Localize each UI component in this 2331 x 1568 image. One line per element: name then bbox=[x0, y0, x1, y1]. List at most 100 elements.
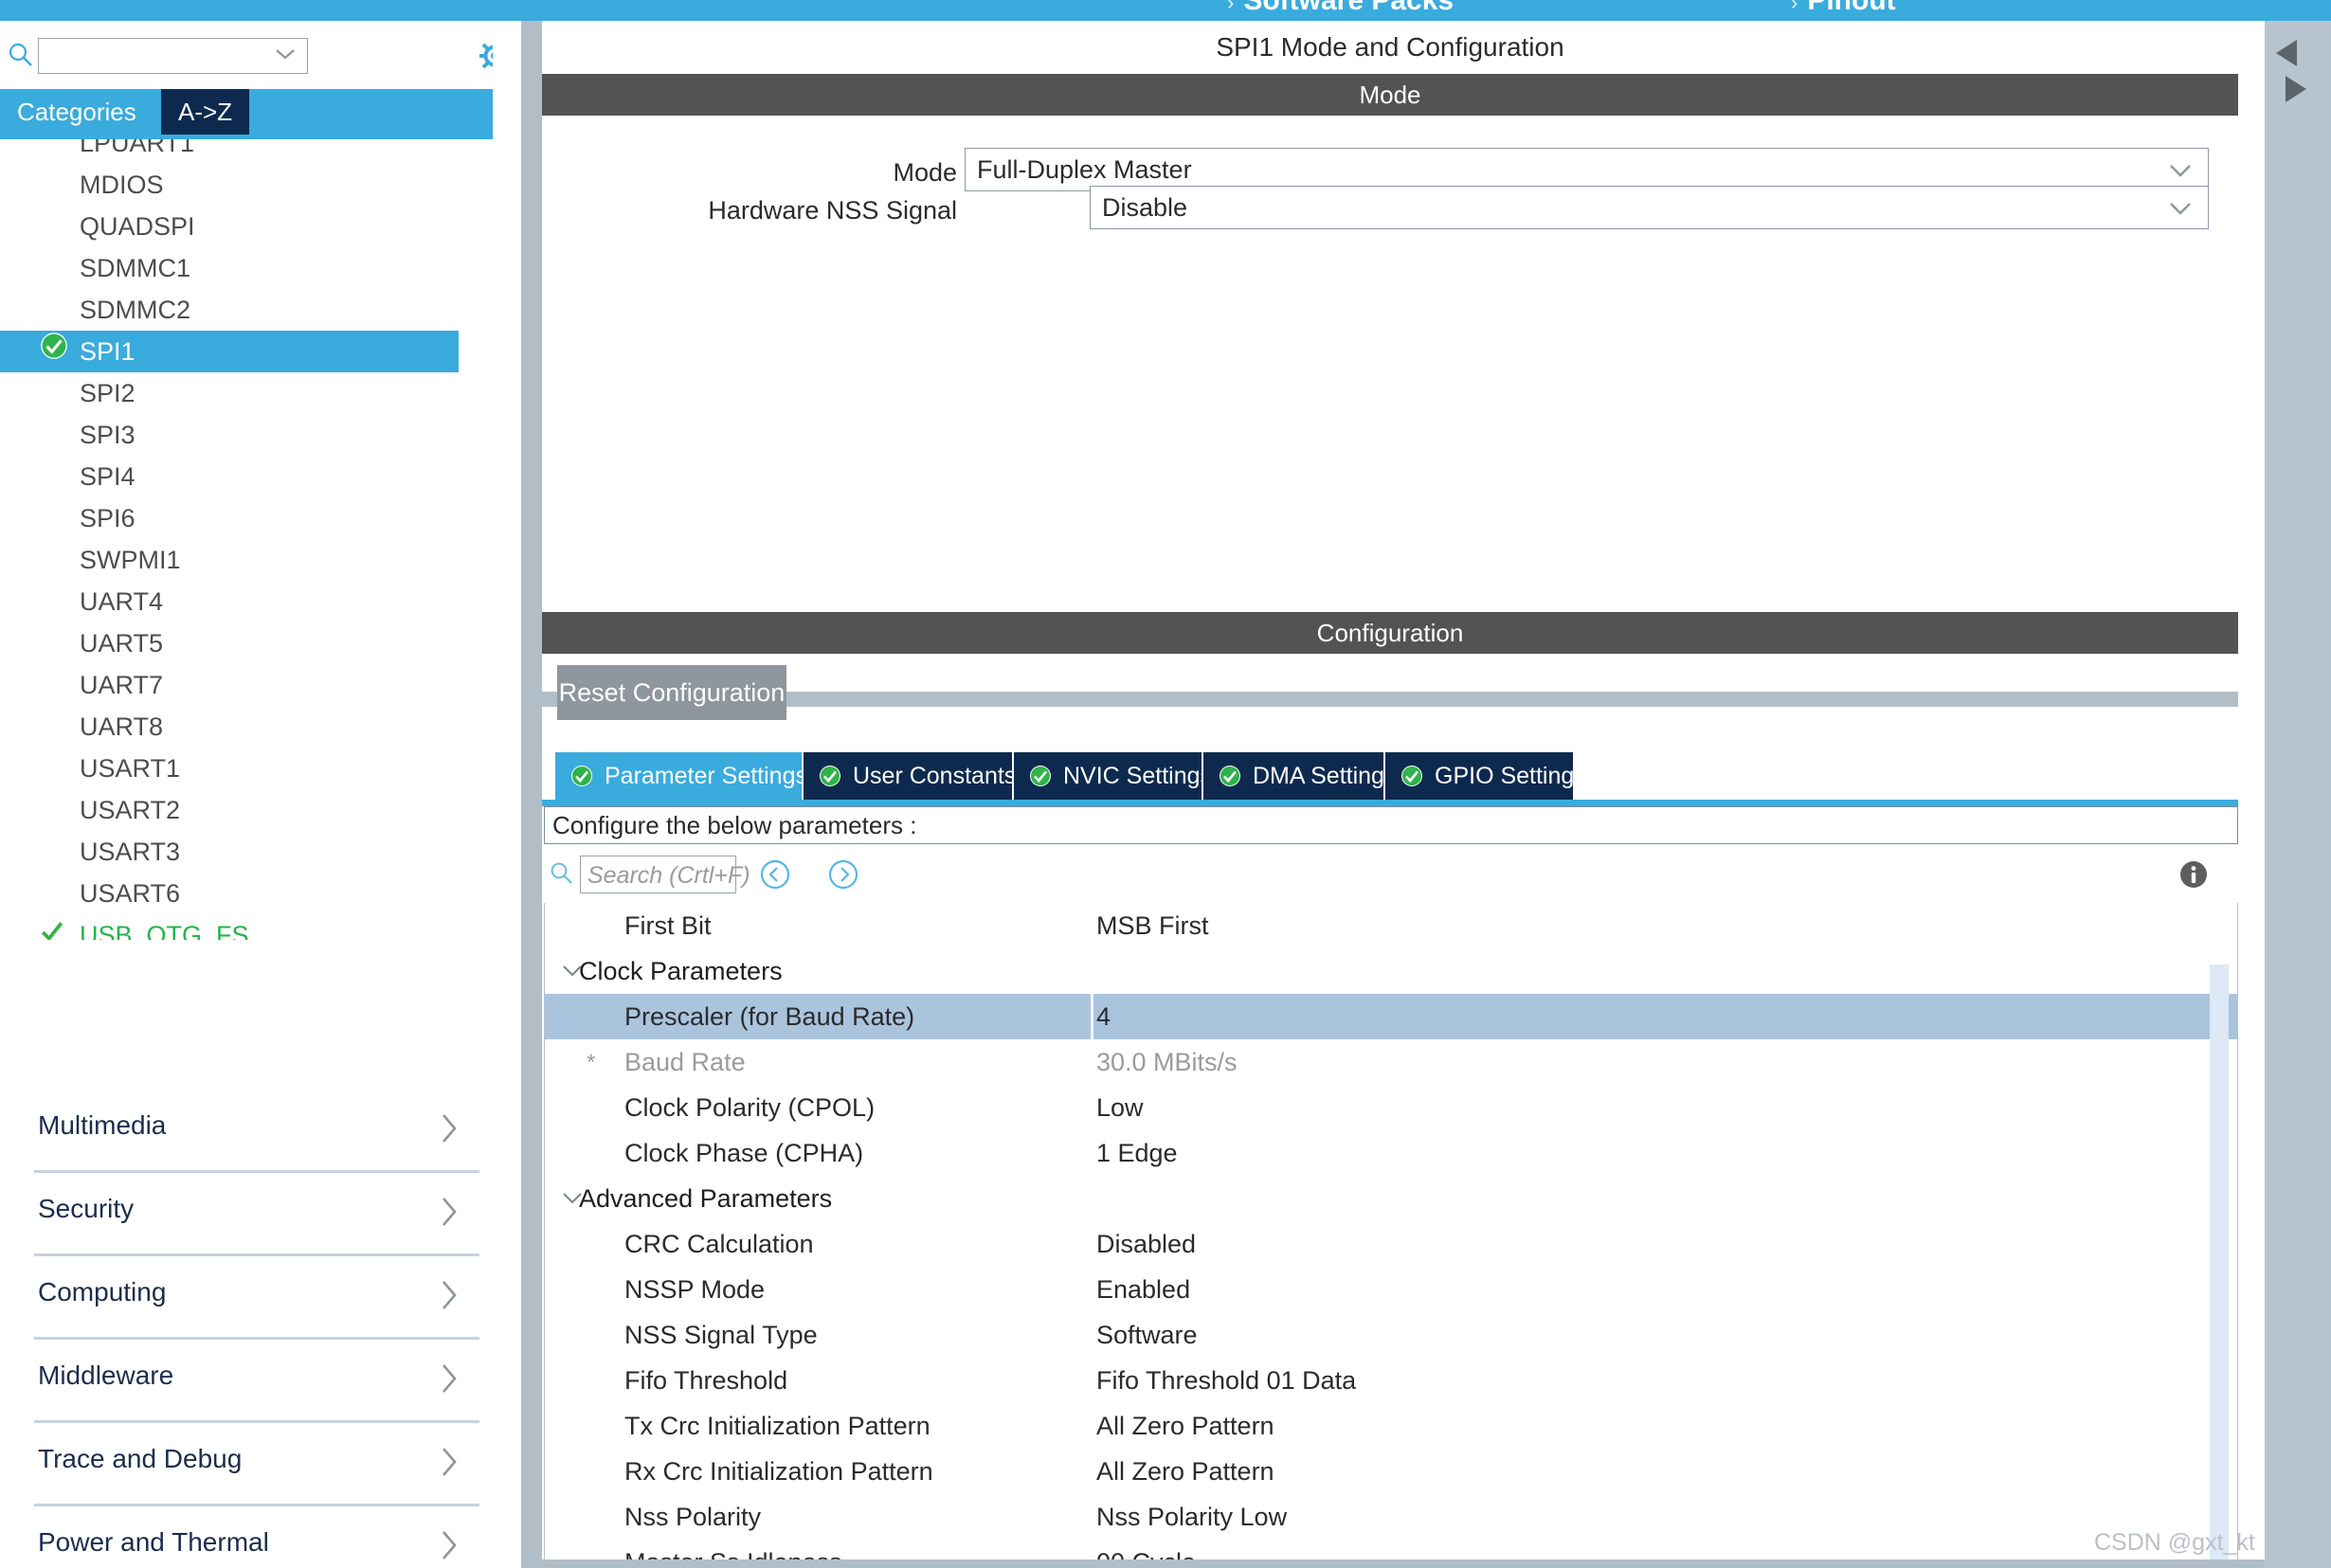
sidebar-item-usb_otg_fs[interactable]: USB_OTG_FS bbox=[0, 914, 474, 940]
parameter-value[interactable]: All Zero Pattern bbox=[1096, 1457, 1274, 1487]
chevron-right-icon: › bbox=[1227, 0, 1234, 14]
parameter-group-row[interactable]: Advanced Parameters bbox=[545, 1176, 2237, 1221]
main-panel: SPI1 Mode and Configuration Mode Mode Fu… bbox=[542, 21, 2331, 1568]
peripheral-label: UART8 bbox=[80, 712, 163, 741]
table-row[interactable]: Rx Crc Initialization Pattern All Zero Pa… bbox=[545, 1449, 2237, 1494]
sidebar-item-sdmmc2[interactable]: SDMMC2 bbox=[0, 289, 474, 331]
table-row[interactable]: Nss PolarityNss Polarity Low bbox=[545, 1494, 2237, 1540]
sidebar-item-usart2[interactable]: USART2 bbox=[0, 789, 474, 831]
reset-configuration-button[interactable]: Reset Configuration bbox=[557, 665, 786, 720]
top-tab-label: Software Packs bbox=[1243, 0, 1454, 16]
category-row-power-and-thermal[interactable]: Power and Thermal bbox=[34, 1506, 479, 1568]
sidebar-item-spi2[interactable]: SPI2 bbox=[0, 372, 474, 414]
top-tab-pinout[interactable]: ›Pinout bbox=[1791, 0, 1896, 17]
parameter-search-input[interactable]: Search (Crtl+F) bbox=[580, 856, 736, 893]
peripheral-label: SPI6 bbox=[80, 504, 136, 532]
parameter-value[interactable]: All Zero Pattern bbox=[1096, 1412, 1274, 1441]
peripheral-list[interactable]: LPUART1MDIOS QUADSPI SDMMC1SDMMC2SPI1 SPI2 S… bbox=[0, 139, 474, 940]
circle-chevron-left-icon[interactable] bbox=[758, 857, 792, 892]
peripheral-label: QUADSPI bbox=[80, 212, 195, 241]
hardware-nss-dropdown[interactable]: Disable bbox=[1090, 186, 2209, 229]
parameter-group-row[interactable]: Clock Parameters bbox=[545, 948, 2237, 994]
tab-status-icon bbox=[1400, 765, 1423, 794]
tab-dma-settings[interactable]: DMA Settings bbox=[1203, 752, 1385, 800]
sidebar-item-mdios[interactable]: MDIOS bbox=[0, 164, 474, 206]
tab-nvic-settings[interactable]: NVIC Settings bbox=[1014, 752, 1203, 800]
top-tab-software-packs[interactable]: › Software Packs bbox=[1227, 0, 1454, 17]
sidebar-item-usart3[interactable]: USART3 bbox=[0, 831, 474, 873]
sidebar-item-uart8[interactable]: UART8 bbox=[0, 706, 474, 748]
parameter-value[interactable]: Enabled bbox=[1096, 1275, 1190, 1305]
parameter-name: Baud Rate bbox=[545, 1048, 746, 1077]
parameter-value[interactable]: 4 bbox=[1096, 1002, 1111, 1032]
tab-gpio-settings[interactable]: GPIO Settings bbox=[1385, 752, 1575, 800]
search-icon bbox=[550, 861, 574, 886]
circle-chevron-right-icon[interactable] bbox=[826, 857, 860, 892]
table-row[interactable]: Fifo Threshold Fifo Threshold 01 Data bbox=[545, 1358, 2237, 1403]
tab-user-constants[interactable]: User Constants bbox=[804, 752, 1014, 800]
parameter-table[interactable]: First Bit MSB First Clock ParametersPresca… bbox=[544, 903, 2238, 1566]
sidebar-item-usart1[interactable]: USART1 bbox=[0, 748, 474, 789]
parameter-name: Fifo Threshold bbox=[545, 1366, 787, 1396]
sidebar-item-spi3[interactable]: SPI3 bbox=[0, 414, 474, 456]
sidebar-item-usart6[interactable]: USART6 bbox=[0, 873, 474, 914]
parameter-value[interactable]: MSB First bbox=[1096, 911, 1209, 941]
peripheral-label: SPI2 bbox=[80, 379, 136, 407]
info-icon[interactable] bbox=[2177, 857, 2211, 892]
table-row[interactable]: Clock Polarity (CPOL)Low bbox=[545, 1085, 2237, 1130]
category-row-trace-and-debug[interactable]: Trace and Debug bbox=[34, 1423, 479, 1506]
parameter-name: Tx Crc Initialization Pattern bbox=[545, 1412, 931, 1441]
parameter-name: CRC Calculation bbox=[545, 1230, 814, 1259]
category-row-multimedia[interactable]: Multimedia bbox=[34, 1090, 479, 1173]
sidebar-item-spi4[interactable]: SPI4 bbox=[0, 456, 474, 497]
parameter-scrollbar-track[interactable] bbox=[2210, 964, 2229, 1566]
peripheral-label: USB_OTG_FS bbox=[80, 921, 249, 940]
sidebar-search-combobox[interactable] bbox=[38, 38, 308, 74]
sidebar-item-sdmmc1[interactable]: SDMMC1 bbox=[0, 247, 474, 289]
check-circle-icon bbox=[40, 332, 68, 360]
parameter-value[interactable]: Low bbox=[1096, 1093, 1144, 1123]
table-row[interactable]: NSSP ModeEnabled bbox=[545, 1267, 2237, 1312]
sidebar-item-uart7[interactable]: UART7 bbox=[0, 664, 474, 706]
category-row-security[interactable]: Security bbox=[34, 1173, 479, 1256]
peripheral-label: UART4 bbox=[80, 587, 163, 616]
watermark: CSDN @gxt_kt bbox=[2094, 1529, 2255, 1557]
table-row[interactable]: CRC Calculation Disabled bbox=[545, 1221, 2237, 1267]
table-row[interactable]: Clock Phase (CPHA)1 Edge bbox=[545, 1130, 2237, 1176]
parameter-name: Rx Crc Initialization Pattern bbox=[545, 1457, 933, 1487]
collapse-arrows-icon[interactable] bbox=[2272, 36, 2310, 121]
sidebar-item-uart4[interactable]: UART4 bbox=[0, 581, 474, 622]
table-row[interactable]: Prescaler (for Baud Rate)4 bbox=[545, 994, 2237, 1039]
parameter-value[interactable]: Nss Polarity Low bbox=[1096, 1503, 1287, 1532]
parameter-value[interactable]: Disabled bbox=[1096, 1230, 1196, 1259]
sidebar-item-spi1[interactable]: SPI1 bbox=[0, 331, 459, 372]
sidebar-item-swpmi1[interactable]: SWPMI1 bbox=[0, 539, 474, 581]
sidebar-item-spi6[interactable]: SPI6 bbox=[0, 497, 474, 539]
parameter-value[interactable]: 30.0 MBits/s bbox=[1096, 1048, 1238, 1077]
table-row[interactable]: NSS Signal TypeSoftware bbox=[545, 1312, 2237, 1358]
table-row[interactable]: First Bit MSB First bbox=[545, 903, 2237, 948]
top-tab-label: Pinout bbox=[1807, 0, 1895, 16]
tab-a-to-z[interactable]: A->Z bbox=[161, 89, 249, 135]
sidebar-item-quadspi[interactable]: QUADSPI bbox=[0, 206, 474, 247]
category-row-computing[interactable]: Computing bbox=[34, 1256, 479, 1340]
chevron-down-icon bbox=[2168, 163, 2193, 178]
parameter-value[interactable]: Software bbox=[1096, 1321, 1198, 1350]
parameter-name: First Bit bbox=[545, 911, 712, 941]
parameter-value[interactable]: 1 Edge bbox=[1096, 1139, 1178, 1168]
sidebar-item-uart5[interactable]: UART5 bbox=[0, 622, 474, 664]
category-label: Middleware bbox=[38, 1361, 173, 1391]
sidebar-item-lpuart1[interactable]: LPUART1 bbox=[0, 139, 474, 164]
page-title: SPI1 Mode and Configuration bbox=[542, 21, 2238, 74]
tab-categories[interactable]: Categories bbox=[0, 89, 154, 135]
tab-label: User Constants bbox=[853, 763, 1016, 790]
gear-icon[interactable] bbox=[479, 40, 493, 72]
category-row-middleware[interactable]: Middleware bbox=[34, 1340, 479, 1423]
parameter-value[interactable]: Fifo Threshold 01 Data bbox=[1096, 1366, 1356, 1396]
sidebar-divider[interactable] bbox=[521, 21, 542, 1568]
table-row[interactable]: *Baud Rate30.0 MBits/s bbox=[545, 1039, 2237, 1085]
right-collapse-gutter[interactable] bbox=[2265, 21, 2331, 1568]
table-row[interactable]: Tx Crc Initialization Pattern All Zero Pa… bbox=[545, 1403, 2237, 1449]
tab-parameter-settings[interactable]: Parameter Settings bbox=[555, 752, 804, 800]
parameter-value-editor[interactable] bbox=[1091, 994, 2238, 1039]
